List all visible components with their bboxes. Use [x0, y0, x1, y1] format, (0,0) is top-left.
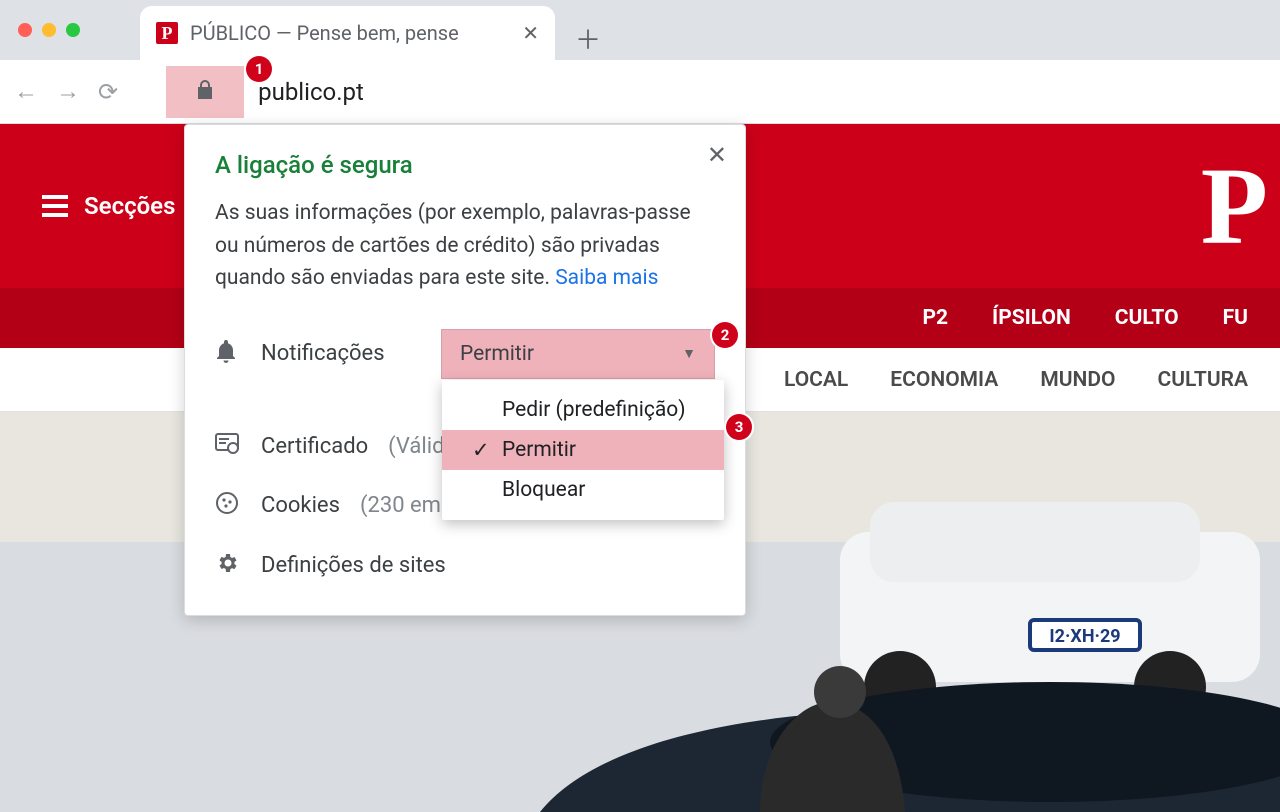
lock-icon: [196, 79, 214, 104]
option-ask[interactable]: Pedir (predefinição): [442, 390, 724, 430]
cookies-label: Cookies: [261, 493, 340, 518]
browser-toolbar: ← → ⟳ publico.pt: [0, 60, 1280, 124]
gear-icon: [215, 551, 241, 581]
nav-item[interactable]: FU: [1223, 306, 1248, 330]
option-allow[interactable]: Permitir: [442, 430, 724, 470]
annotation-badge-3: 3: [726, 414, 752, 440]
annotation-badge-2: 2: [712, 322, 738, 348]
permission-dropdown-menu: Pedir (predefinição) Permitir Bloquear: [442, 380, 724, 520]
nav-item[interactable]: CULTURA: [1158, 368, 1249, 392]
nav-item[interactable]: CULTO: [1115, 306, 1179, 330]
window-maximize-button[interactable]: [66, 23, 80, 37]
site-info-button-highlight[interactable]: [166, 66, 244, 118]
sections-menu-button[interactable]: Secções: [42, 192, 175, 220]
cookie-icon: [215, 491, 241, 521]
tab-favicon: P: [156, 22, 178, 44]
sections-label: Secções: [84, 192, 175, 220]
learn-more-link[interactable]: Saiba mais: [555, 266, 658, 290]
site-info-popup: ✕ A ligação é segura As suas informações…: [184, 124, 746, 616]
connection-secure-body: As suas informações (por exemplo, palavr…: [215, 197, 715, 295]
hamburger-icon: [42, 195, 68, 217]
nav-item[interactable]: P2: [922, 306, 948, 330]
new-tab-button[interactable]: ＋: [575, 20, 601, 57]
notifications-label: Notificações: [261, 341, 421, 366]
back-button[interactable]: ←: [14, 77, 38, 106]
select-value: Permitir: [460, 342, 534, 366]
tab-title: PÚBLICO — Pense bem, pense: [190, 21, 510, 45]
reload-button[interactable]: ⟳: [98, 78, 118, 106]
caret-down-icon: ▼: [682, 345, 696, 362]
notifications-permission-select[interactable]: Permitir ▼ Pedir (predefinição) Permitir…: [441, 329, 715, 379]
notifications-permission-row: Notificações Permitir ▼ Pedir (predefini…: [215, 329, 715, 379]
site-logo[interactable]: P: [1201, 151, 1268, 261]
nav-item[interactable]: ÍPSILON: [992, 306, 1071, 330]
forward-button[interactable]: →: [56, 77, 80, 106]
site-settings-label: Definições de sites: [261, 553, 446, 578]
option-block[interactable]: Bloquear: [442, 470, 724, 510]
tab-close-button[interactable]: ✕: [522, 21, 539, 45]
certificate-icon: [215, 433, 241, 461]
certificate-label: Certificado: [261, 434, 368, 459]
site-settings-row[interactable]: Definições de sites: [215, 551, 715, 581]
window-close-button[interactable]: [18, 23, 32, 37]
url-text: publico.pt: [258, 78, 364, 106]
popup-close-button[interactable]: ✕: [707, 141, 727, 169]
nav-item[interactable]: MUNDO: [1040, 368, 1115, 392]
window-minimize-button[interactable]: [42, 23, 56, 37]
nav-item[interactable]: LOCAL: [784, 368, 848, 392]
browser-tab-strip: P PÚBLICO — Pense bem, pense ✕ ＋: [0, 0, 1280, 60]
annotation-badge-1: 1: [246, 56, 272, 82]
connection-secure-title: A ligação é segura: [215, 151, 715, 179]
window-controls: [18, 23, 80, 37]
bell-icon: [215, 339, 241, 369]
svg-text:I2·XH·29: I2·XH·29: [1049, 626, 1120, 647]
nav-item[interactable]: ECONOMIA: [890, 368, 998, 392]
browser-tab[interactable]: P PÚBLICO — Pense bem, pense ✕: [140, 6, 555, 60]
